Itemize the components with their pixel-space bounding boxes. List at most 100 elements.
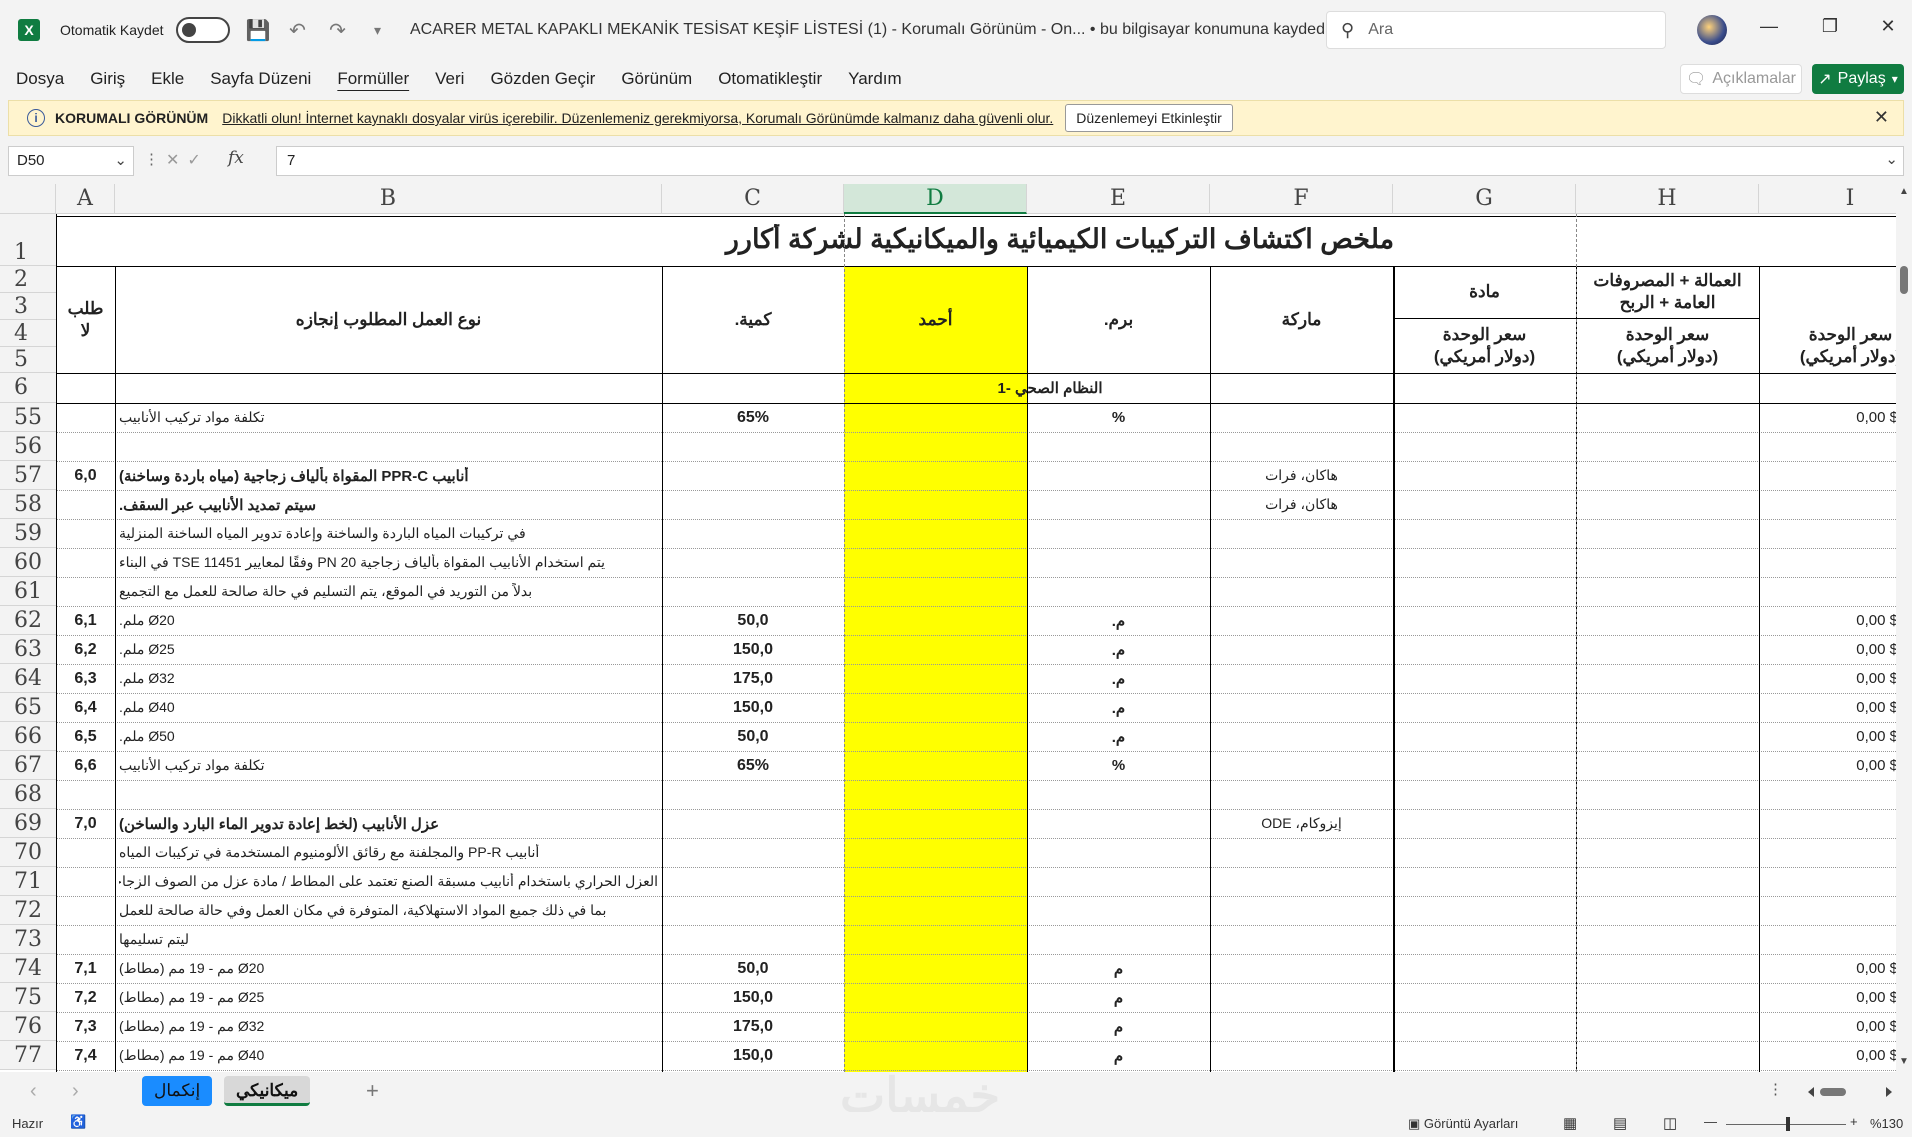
column-header-h[interactable]: H xyxy=(1576,184,1759,214)
quantity[interactable]: 150,0 xyxy=(662,1047,844,1065)
zoom-in-icon[interactable]: + xyxy=(1850,1114,1858,1129)
unit[interactable]: % xyxy=(1027,757,1210,774)
menu-tab[interactable]: Veri xyxy=(422,60,477,98)
item-number[interactable]: 6,2 xyxy=(56,641,115,659)
zoom-out-icon[interactable]: — xyxy=(1704,1114,1717,1129)
column-header-f[interactable]: F xyxy=(1210,184,1393,214)
work-description[interactable]: ليتم تسليمها xyxy=(119,931,658,948)
sheet-tab[interactable]: إنكمال xyxy=(142,1076,213,1106)
item-number[interactable]: 6,0 xyxy=(56,467,115,485)
unit-price[interactable]: 0,00 $ xyxy=(1759,612,1898,629)
work-description[interactable]: Ø40 ملم. xyxy=(119,699,658,716)
column-header-b[interactable]: B xyxy=(115,184,662,214)
unit-price[interactable]: 0,00 $ xyxy=(1759,960,1898,977)
item-number[interactable]: 6,5 xyxy=(56,728,115,746)
work-description[interactable]: يتم استخدام الأنابيب المقواة بألياف زجاج… xyxy=(119,554,658,571)
insert-function-icon[interactable]: fx xyxy=(228,148,244,168)
unit[interactable]: % xyxy=(1027,409,1210,426)
select-all-corner[interactable] xyxy=(0,184,56,214)
unit[interactable]: م xyxy=(1027,960,1210,978)
item-number[interactable]: 7,3 xyxy=(56,1018,115,1036)
item-number[interactable]: 6,4 xyxy=(56,699,115,717)
unit[interactable]: م xyxy=(1027,989,1210,1007)
more-icon[interactable]: ⋮ xyxy=(1768,1080,1783,1098)
item-number[interactable]: 7,4 xyxy=(56,1047,115,1065)
row-header[interactable]: 3 xyxy=(0,293,56,320)
unit[interactable]: م. xyxy=(1027,670,1210,688)
unit[interactable]: م xyxy=(1027,1018,1210,1036)
row-header[interactable]: 58 xyxy=(0,490,56,519)
row-header[interactable]: 4 xyxy=(0,320,56,347)
row-header[interactable]: 6 xyxy=(0,373,56,403)
brand[interactable]: هاكان، فرات xyxy=(1210,467,1393,484)
menu-tab[interactable]: Görünüm xyxy=(608,60,705,98)
unit-price[interactable]: 0,00 $ xyxy=(1759,989,1898,1006)
menu-tab[interactable]: Gözden Geçir xyxy=(477,60,608,98)
menu-tab[interactable]: Sayfa Düzeni xyxy=(197,60,324,98)
sheet-tab-active[interactable]: ميكانيكي xyxy=(224,1076,311,1106)
row-header[interactable]: 57 xyxy=(0,461,56,490)
document-title[interactable]: ACARER METAL KAPAKLI MEKANİK TESİSAT KEŞ… xyxy=(410,19,1362,39)
zoom-slider-thumb[interactable] xyxy=(1786,1117,1790,1131)
work-description[interactable]: عزل الأنابيب (لخط إعادة تدوير الماء البا… xyxy=(119,815,658,833)
row-header[interactable]: 62 xyxy=(0,606,56,635)
row-header[interactable]: 77 xyxy=(0,1041,56,1070)
work-description[interactable]: Ø32 ملم. xyxy=(119,670,658,687)
item-number[interactable]: 7,2 xyxy=(56,989,115,1007)
normal-view-icon[interactable]: ▦ xyxy=(1563,1114,1577,1132)
column-header-e[interactable]: E xyxy=(1027,184,1210,214)
work-description[interactable]: تكلفة مواد تركيب الأنابيب xyxy=(119,409,658,426)
comments-button[interactable]: 🗨 Açıklamalar xyxy=(1680,64,1802,94)
quantity[interactable]: 65% xyxy=(662,757,844,775)
row-header[interactable]: 59 xyxy=(0,519,56,548)
work-description[interactable]: سيتم تمديد الأنابيب عبر السقف. xyxy=(119,496,658,514)
unit-price[interactable]: 0,00 $ xyxy=(1759,728,1898,745)
vertical-scrollbar-thumb[interactable] xyxy=(1900,266,1908,294)
add-sheet-icon[interactable]: + xyxy=(366,1078,379,1104)
work-description[interactable]: Ø20 ملم. xyxy=(119,612,658,629)
unit[interactable]: م xyxy=(1027,1047,1210,1065)
view-settings-button[interactable]: ▣ Görüntü Ayarları xyxy=(1408,1116,1518,1132)
work-description[interactable]: Ø25 ملم. xyxy=(119,641,658,658)
work-description[interactable]: Ø20 مم - 19 مم (مطاط) xyxy=(119,960,658,977)
chevron-down-icon[interactable]: ▼ xyxy=(1899,1056,1909,1067)
close-icon[interactable]: ✕ xyxy=(1874,107,1889,128)
zoom-level[interactable]: %130 xyxy=(1870,1116,1903,1131)
row-header[interactable]: 74 xyxy=(0,954,56,983)
column-header-a[interactable]: A xyxy=(56,184,115,214)
unit[interactable]: م. xyxy=(1027,641,1210,659)
unit-price[interactable]: 0,00 $ xyxy=(1759,409,1898,426)
avatar[interactable] xyxy=(1697,15,1727,45)
row-header[interactable]: 56 xyxy=(0,432,56,461)
quantity[interactable]: 175,0 xyxy=(662,670,844,688)
autosave-toggle[interactable] xyxy=(175,17,230,43)
save-icon[interactable]: 💾 xyxy=(246,18,271,43)
work-description[interactable]: تكلفة مواد تركيب الأنابيب xyxy=(119,757,658,774)
row-header[interactable]: 76 xyxy=(0,1012,56,1041)
work-description[interactable]: Ø32 مم - 19 مم (مطاط) xyxy=(119,1018,658,1035)
item-number[interactable]: 7,1 xyxy=(56,960,115,978)
quantity[interactable]: 65% xyxy=(662,409,844,427)
row-header[interactable]: 69 xyxy=(0,809,56,838)
column-header-g[interactable]: G xyxy=(1393,184,1576,214)
chevron-right-icon[interactable]: › xyxy=(72,1080,79,1103)
row-header[interactable]: 63 xyxy=(0,635,56,664)
share-button[interactable]: ↗ Paylaş ▾ xyxy=(1812,64,1904,94)
row-header[interactable]: 71 xyxy=(0,867,56,896)
chevron-up-icon[interactable]: ▲ xyxy=(1899,186,1909,197)
work-description[interactable]: بما في ذلك جميع المواد الاستهلاكية، المت… xyxy=(119,902,658,919)
quantity[interactable]: 50,0 xyxy=(662,728,844,746)
restore-icon[interactable]: ❐ xyxy=(1815,16,1845,37)
unit-price[interactable]: 0,00 $ xyxy=(1759,1018,1898,1035)
vertical-scrollbar[interactable] xyxy=(1896,184,1912,1072)
work-description[interactable]: أنابيب PPR-C المقواة بألياف زجاجية (مياه… xyxy=(119,467,658,485)
row-header[interactable]: 72 xyxy=(0,896,56,925)
work-description[interactable]: Ø40 مم - 19 مم (مطاط) xyxy=(119,1047,658,1064)
redo-icon[interactable]: ↷ xyxy=(326,18,350,43)
menu-tab[interactable]: Ekle xyxy=(138,60,197,98)
quantity[interactable]: 50,0 xyxy=(662,612,844,630)
close-icon[interactable]: ✕ xyxy=(1873,16,1903,37)
work-description[interactable]: في تركيبات المياه الباردة والساخنة وإعاد… xyxy=(119,525,658,542)
accessibility-icon[interactable]: ♿ xyxy=(70,1114,86,1130)
brand[interactable]: إيزوكام، ODE xyxy=(1210,815,1393,832)
